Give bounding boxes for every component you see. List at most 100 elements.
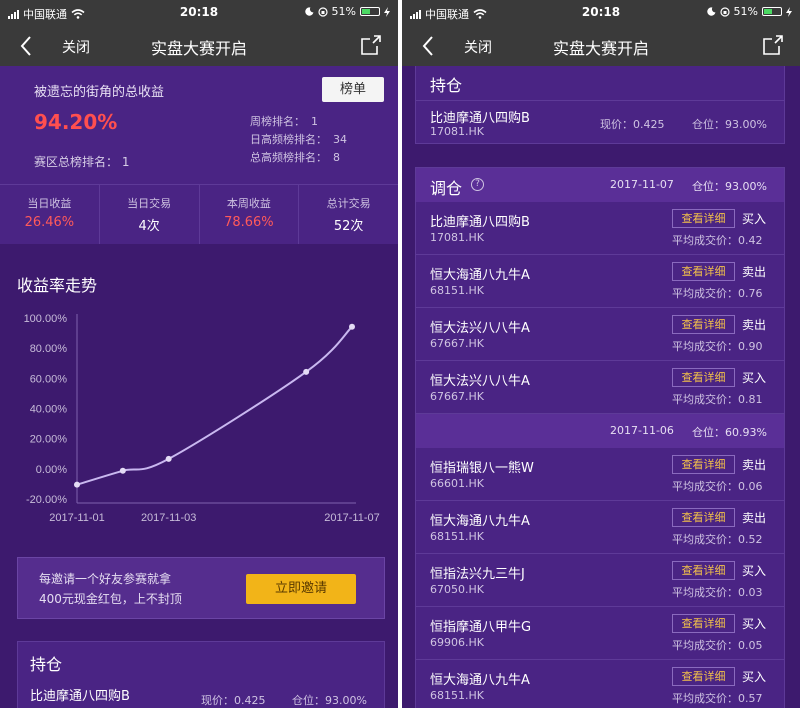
- data-point: [349, 323, 355, 330]
- trade-action: 买入: [742, 564, 767, 578]
- battery-icon: [762, 7, 782, 16]
- trade-code: 66601.HK: [430, 477, 484, 490]
- help-icon[interactable]: ?: [471, 178, 484, 191]
- trade-name: 恒大海通八九牛A: [430, 514, 530, 529]
- invite-button[interactable]: 立即邀请: [246, 574, 356, 604]
- trade-row: 恒指摩通八甲牛G 69906.HK 查看详细 买入 平均成交价：0.05: [416, 607, 784, 660]
- battery-percent: 51%: [733, 5, 758, 18]
- invite-text: 每邀请一个好友参赛就拿 400元现金红包，上不封顶: [39, 572, 182, 606]
- trade-action: 买入: [742, 617, 767, 631]
- status-bar: 中国联通 20:18 51%: [402, 0, 800, 26]
- region-rank: 赛区总榜排名： 1: [34, 153, 129, 170]
- view-detail-button[interactable]: 查看详细: [672, 561, 735, 580]
- nav-bar: 关闭 实盘大赛开启: [402, 26, 800, 66]
- page-title: 实盘大赛开启: [150, 39, 247, 58]
- screen-left: 中国联通 20:18 51% 关闭 实盘大赛开启 被遗忘的街角的总收益 榜单 9…: [0, 0, 398, 708]
- holdings-card: 持仓 比迪摩通八四购B 17081.HK 现价：0.425 仓位：93.00%: [415, 66, 785, 144]
- view-detail-button[interactable]: 查看详细: [672, 368, 735, 387]
- group-date: 2017-11-06: [610, 424, 674, 437]
- battery-percent: 51%: [331, 5, 356, 18]
- trade-avg-price: 平均成交价：0.52: [672, 533, 763, 546]
- rank-list: 周榜排名： 1 日高频榜排名： 34 总高频榜排名： 8: [250, 113, 347, 167]
- profile-card: 被遗忘的街角的总收益 榜单 94.20% 赛区总榜排名： 1 周榜排名： 1 日高…: [0, 66, 398, 244]
- view-detail-button[interactable]: 查看详细: [672, 667, 735, 686]
- trade-action: 买入: [742, 371, 767, 385]
- view-detail-button[interactable]: 查看详细: [672, 614, 735, 633]
- x-tick-label: 2017-11-01: [49, 512, 104, 524]
- y-tick-label: 0.00%: [36, 464, 67, 476]
- trade-code: 67667.HK: [430, 390, 484, 403]
- moon-icon: [304, 7, 314, 16]
- stat-total-trades: 总计交易 52次: [326, 197, 371, 234]
- chart-title: 收益率走势: [17, 276, 98, 295]
- y-tick-label: 40.00%: [30, 404, 68, 416]
- adjust-group-header: 调仓 ? 2017-11-07 仓位：93.00%: [416, 168, 784, 202]
- view-detail-button[interactable]: 查看详细: [672, 455, 735, 474]
- trade-avg-price: 平均成交价：0.57: [672, 692, 763, 705]
- charging-icon: [384, 6, 390, 17]
- group-position: 仓位：93.00%: [692, 180, 767, 193]
- trade-action: 卖出: [742, 458, 767, 472]
- trade-avg-price: 平均成交价：0.81: [672, 393, 763, 406]
- trade-action: 买入: [742, 670, 767, 684]
- trade-row: 恒大法兴八八牛A 67667.HK 查看详细 卖出 平均成交价：0.90: [416, 308, 784, 361]
- data-point: [165, 455, 172, 462]
- trade-code: 67050.HK: [430, 583, 484, 596]
- holdings-title: 持仓: [30, 655, 63, 674]
- share-icon[interactable]: [762, 34, 784, 56]
- adjust-group-header: 2017-11-06 仓位：60.93%: [416, 414, 784, 448]
- trade-row: 恒大海通八九牛A 68151.HK 查看详细 卖出 平均成交价：0.76: [416, 255, 784, 308]
- trade-code: 67667.HK: [430, 337, 484, 350]
- holding-name[interactable]: 比迪摩通八四购B: [430, 107, 530, 126]
- rank-weekly: 周榜排名： 1: [250, 115, 318, 128]
- charging-icon: [786, 6, 792, 17]
- trade-action: 卖出: [742, 318, 767, 332]
- trade-avg-price: 平均成交价：0.03: [672, 586, 763, 599]
- stat-daily-trades: 当日交易 4次: [100, 185, 200, 244]
- total-return: 94.20%: [34, 110, 118, 134]
- trade-action: 卖出: [742, 265, 767, 279]
- trade-avg-price: 平均成交价：0.42: [672, 234, 763, 247]
- y-tick-label: -20.00%: [26, 494, 67, 506]
- holdings-card: 持仓 比迪摩通八四购B 现价：0.425 仓位：93.00%: [17, 641, 385, 708]
- group-position: 仓位：60.93%: [692, 426, 767, 439]
- moon-icon: [706, 7, 716, 16]
- view-detail-button[interactable]: 查看详细: [672, 262, 735, 281]
- view-detail-button[interactable]: 查看详细: [672, 209, 735, 228]
- trade-code: 17081.HK: [430, 231, 484, 244]
- trade-row: 恒指法兴九三牛J 67050.HK 查看详细 买入 平均成交价：0.03: [416, 554, 784, 607]
- nav-bar: 关闭 实盘大赛开启: [0, 26, 398, 66]
- trade-row: 恒大法兴八八牛A 67667.HK 查看详细 买入 平均成交价：0.81: [416, 361, 784, 414]
- trade-row: 比迪摩通八四购B 17081.HK 查看详细 买入 平均成交价：0.42: [416, 202, 784, 255]
- trade-code: 69906.HK: [430, 636, 484, 649]
- trade-action: 卖出: [742, 511, 767, 525]
- page-title: 实盘大赛开启: [552, 39, 649, 58]
- view-detail-button[interactable]: 查看详细: [672, 315, 735, 334]
- holding-position: 仓位：93.00%: [692, 118, 767, 131]
- invite-banner: 每邀请一个好友参赛就拿 400元现金红包，上不封顶 立即邀请: [17, 557, 385, 619]
- trade-action: 买入: [742, 212, 767, 226]
- data-point: [119, 467, 126, 474]
- y-tick-label: 60.00%: [30, 373, 68, 385]
- rank-daily-hf: 日高频榜排名： 34: [250, 133, 347, 146]
- rank-total-hf: 总高频榜排名： 8: [250, 151, 340, 164]
- view-detail-button[interactable]: 查看详细: [672, 508, 735, 527]
- holding-position: 仓位：93.00%: [292, 694, 367, 707]
- trade-row: 恒大海通八九牛A 68151.HK 查看详细 买入 平均成交价：0.57: [416, 660, 784, 708]
- data-point: [74, 481, 80, 488]
- holdings-title: 持仓: [430, 76, 463, 95]
- holding-name[interactable]: 比迪摩通八四购B: [30, 685, 130, 704]
- screen-right: 中国联通 20:18 51% 关闭 实盘大赛开启 持仓 比迪摩通八四购B 170…: [402, 0, 800, 708]
- share-icon[interactable]: [360, 34, 382, 56]
- stat-weekly-return: 本周收益 78.66%: [200, 185, 300, 244]
- trade-avg-price: 平均成交价：0.06: [672, 480, 763, 493]
- trade-code: 68151.HK: [430, 284, 484, 297]
- region-rank-value: 1: [121, 155, 130, 169]
- leaderboard-button[interactable]: 榜单: [322, 77, 384, 102]
- trade-name: 恒指摩通八甲牛G: [430, 620, 532, 635]
- x-tick-label: 2017-11-07: [324, 512, 379, 524]
- return-trend-chart: 100.00% 80.00% 60.00% 40.00% 20.00% 0.00% -20.…: [24, 313, 380, 524]
- adjustments-card: 调仓 ? 2017-11-07 仓位：93.00% 比迪摩通八四购B 17081…: [415, 167, 785, 708]
- data-point: [303, 368, 310, 375]
- y-tick-label: 20.00%: [30, 434, 68, 446]
